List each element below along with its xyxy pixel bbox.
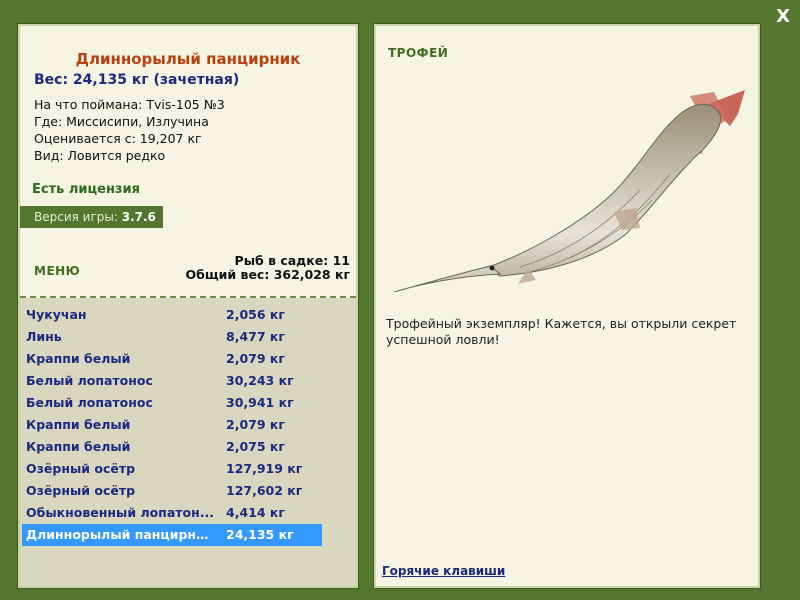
- catch-info-panel: Длиннорылый панцирник Вес: 24,135 кг (за…: [17, 23, 359, 589]
- fish-weight-value: 8,477 кг: [226, 329, 285, 344]
- fish-weight-value: 30,941 кг: [226, 395, 294, 410]
- fish-weight-value: 30,243 кг: [226, 373, 294, 388]
- fish-list-row[interactable]: Чукучан 2,056 кг: [22, 304, 322, 326]
- fish-weight-value: 2,075 кг: [226, 439, 285, 454]
- rating-info: Оценивается с: 19,207 кг: [34, 131, 202, 146]
- keepnet-count: Рыб в садке: 11: [234, 253, 350, 268]
- fish-name: Белый лопатонос: [26, 373, 153, 388]
- trophy-label: ТРОФЕЙ: [388, 46, 449, 60]
- fish-weight-value: 24,135 кг: [226, 527, 294, 542]
- fish-weight-value: 4,414 кг: [226, 505, 285, 520]
- fish-list-row[interactable]: Озёрный осётр 127,602 кг: [22, 480, 322, 502]
- fish-name: Озёрный осётр: [26, 461, 136, 476]
- location-info: Где: Миссисипи, Излучина: [34, 114, 209, 129]
- license-status: Есть лицензия: [32, 182, 140, 197]
- bait-info: На что поймана: Tvis-105 №3: [34, 97, 225, 112]
- fish-list-row[interactable]: Озёрный осётр 127,919 кг: [22, 458, 322, 480]
- fish-list-row[interactable]: Линь 8,477 кг: [22, 326, 322, 348]
- menu-button[interactable]: МЕНЮ: [34, 264, 80, 278]
- fish-name: Озёрный осётр: [26, 483, 136, 498]
- hotkeys-link[interactable]: Горячие клавиши: [382, 564, 505, 578]
- fish-name: Краппи белый: [26, 417, 131, 432]
- fish-list-row[interactable]: Белый лопатонос 30,941 кг: [22, 392, 322, 414]
- keepnet-total: Общий вес: 362,028 кг: [185, 267, 351, 282]
- fish-name: Линь: [26, 329, 62, 344]
- fish-name: Длиннорылый панцирни...: [26, 527, 216, 542]
- fish-weight: Вес: 24,135 кг (зачетная): [34, 72, 240, 88]
- fish-name: Чукучан: [26, 307, 87, 322]
- fish-weight-value: 127,919 кг: [226, 461, 303, 476]
- close-button[interactable]: X: [776, 6, 790, 27]
- fish-weight-value: 2,056 кг: [226, 307, 285, 322]
- version-bar: Версия игры: 3.7.6: [20, 206, 163, 228]
- version-label: Версия игры:: [34, 210, 118, 224]
- fish-list-row[interactable]: Краппи белый 2,075 кг: [22, 436, 322, 458]
- fish-list-row[interactable]: Краппи белый 2,079 кг: [22, 348, 322, 370]
- fish-weight-value: 127,602 кг: [226, 483, 303, 498]
- version-value: 3.7.6: [121, 210, 156, 224]
- trophy-message: Трофейный экземпляр! Кажется, вы открыли…: [386, 316, 737, 347]
- fish-name: Краппи белый: [26, 439, 131, 454]
- fish-list-row[interactable]: Краппи белый 2,079 кг: [22, 414, 322, 436]
- keepnet-summary: Рыб в садке: 11 Общий вес: 362,028 кг: [186, 254, 351, 282]
- fish-list-row[interactable]: Длиннорылый панцирни... 24,135 кг: [22, 524, 322, 546]
- fish-weight-value: 2,079 кг: [226, 417, 285, 432]
- trophy-panel: ТРОФЕЙ Трофейный экземпляр! Кажется, вы: [373, 23, 761, 589]
- gar-fish-image: [393, 90, 745, 292]
- fish-name: Обыкновенный лопатон...: [26, 505, 214, 520]
- fish-list-row[interactable]: Обыкновенный лопатон... 4,414 кг: [22, 502, 322, 524]
- catch-details: На что поймана: Tvis-105 №3 Где: Миссиси…: [34, 96, 225, 164]
- fish-name: Белый лопатонос: [26, 395, 153, 410]
- fish-list-row[interactable]: Белый лопатонос 30,243 кг: [22, 370, 322, 392]
- fish-weight-value: 2,079 кг: [226, 351, 285, 366]
- fish-name: Краппи белый: [26, 351, 131, 366]
- fish-title: Длиннорылый панцирник: [75, 50, 301, 68]
- fish-list: Чукучан 2,056 кг Линь 8,477 кг Краппи белый 2…: [20, 298, 356, 586]
- rarity-info: Вид: Ловится редко: [34, 148, 166, 163]
